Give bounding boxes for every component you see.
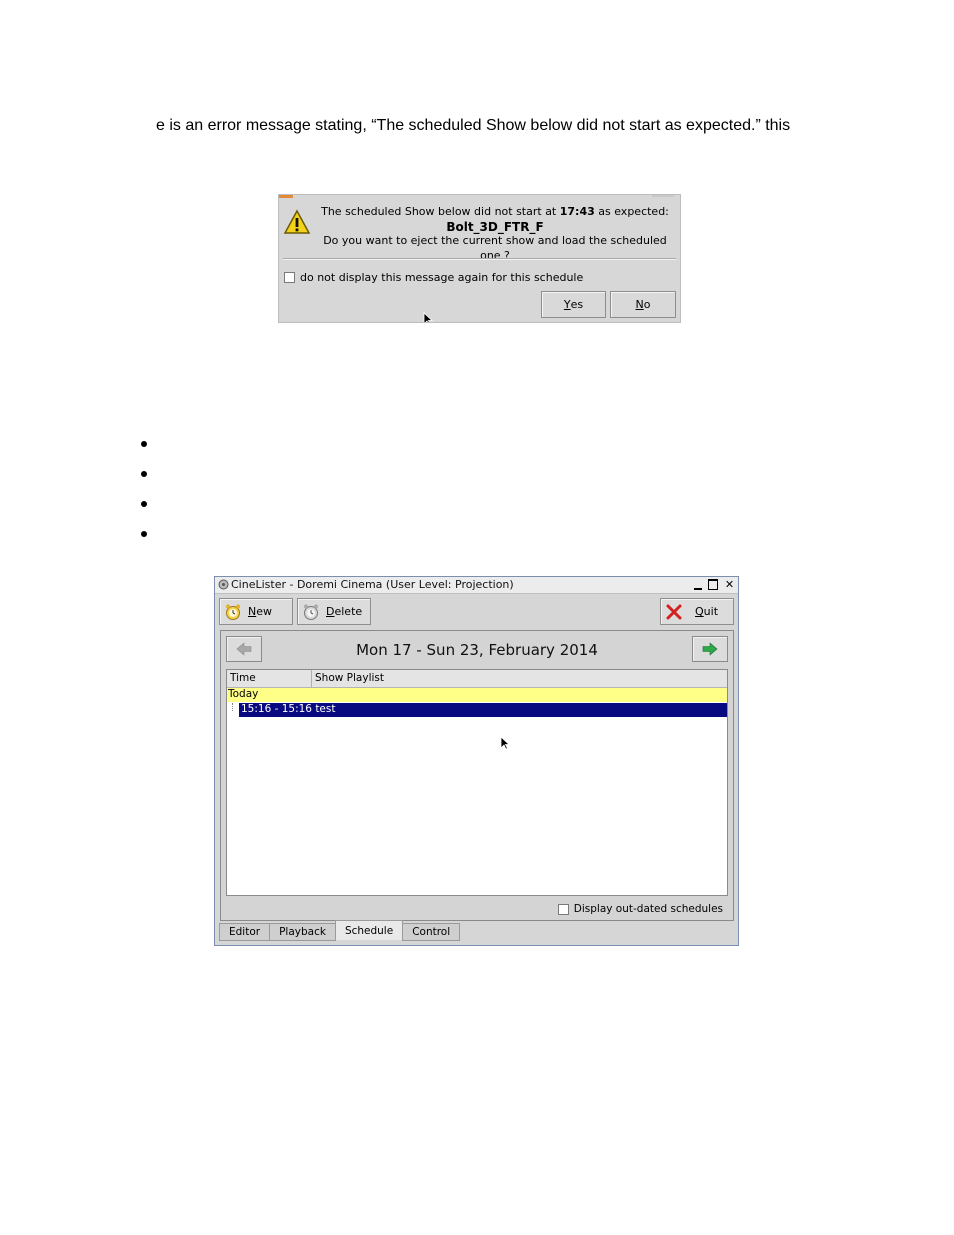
red-x-icon (666, 604, 682, 619)
tab-editor[interactable]: Editor (219, 923, 271, 941)
dialog-message: The scheduled Show below did not start a… (315, 205, 675, 263)
warning-icon (283, 209, 311, 234)
dont-show-again-checkbox[interactable] (284, 272, 295, 283)
dont-show-again-option[interactable]: do not display this message again for th… (284, 271, 583, 284)
arrow-right-icon (702, 642, 718, 656)
delete-label: Delete (326, 605, 363, 618)
show-name: Bolt_3D_FTR_F (446, 219, 544, 234)
yes-label: es (570, 298, 584, 311)
new-label: New (248, 605, 272, 618)
dialog-topbar-controls (652, 195, 674, 197)
no-mnemonic: N (635, 298, 644, 311)
dialog-topbar-accent (279, 195, 293, 198)
quit-label: Quit (695, 605, 719, 618)
group-row-today[interactable]: Today (227, 688, 727, 702)
yes-mnemonic: Y (563, 298, 571, 311)
alarm-clock-icon (226, 604, 240, 620)
next-week-button[interactable] (692, 636, 728, 662)
tab-playback[interactable]: Playback (269, 923, 336, 941)
tree-connector (232, 703, 237, 711)
clock-delete-icon (304, 604, 318, 620)
dialog-line-1: The scheduled Show below did not start a… (315, 205, 675, 220)
quit-button[interactable]: Quit (660, 598, 734, 625)
scheduled-time: 17:43 (559, 205, 595, 218)
bullet-point (141, 441, 147, 447)
outdated-label: Display out-dated schedules (573, 903, 723, 915)
window-titlebar: CineLister - Doremi Cinema (User Level: … (215, 577, 738, 594)
dialog-line-1-pre: The scheduled Show below did not start a… (321, 205, 560, 218)
no-label: o (643, 298, 651, 311)
error-dialog: The scheduled Show below did not start a… (278, 194, 681, 323)
intro-text: e is an error message stating, “The sche… (156, 117, 791, 134)
column-header-time[interactable]: Time (230, 672, 256, 684)
week-title: Mon 17 - Sun 23, February 2014 (356, 641, 598, 659)
column-header-playlist[interactable]: Show Playlist (315, 672, 384, 684)
group-label: Today (228, 688, 259, 700)
dont-show-again-label: do not display this message again for th… (300, 271, 584, 284)
outdated-option[interactable]: Display out-dated schedules (557, 903, 723, 915)
app-icon (218, 579, 229, 590)
outdated-checkbox[interactable] (557, 903, 569, 915)
tab-schedule[interactable]: Schedule (334, 920, 404, 940)
maximize-icon[interactable] (706, 578, 719, 591)
tab-control[interactable]: Control (402, 923, 461, 941)
bullet-point (141, 531, 147, 537)
bullet-point (141, 501, 147, 507)
yes-button[interactable]: Yes (541, 291, 606, 318)
list-item-text: 15:16 - 15:16 test (241, 703, 336, 715)
dialog-separator (283, 258, 676, 260)
window-title: CineLister - Doremi Cinema (User Level: … (231, 578, 514, 591)
list-header: Time Show Playlist (227, 670, 727, 688)
delete-button[interactable]: Delete (297, 598, 371, 625)
cinelister-window: CineLister - Doremi Cinema (User Level: … (214, 576, 739, 946)
mouse-cursor-icon (423, 312, 433, 322)
dialog-line-1-post: as expected: (594, 205, 669, 218)
close-icon[interactable]: ✕ (723, 578, 736, 591)
tab-bar: Editor Playback Schedule Control (219, 920, 461, 942)
schedule-panel: Mon 17 - Sun 23, February 2014 Time Show… (220, 630, 734, 921)
list-item[interactable]: 15:16 - 15:16 test (239, 703, 727, 717)
new-button[interactable]: New (219, 598, 293, 625)
mouse-cursor-icon (500, 736, 510, 750)
column-divider[interactable] (311, 670, 312, 687)
schedule-list[interactable]: Time Show Playlist Today 15:16 - 15:16 t… (226, 669, 728, 896)
no-button[interactable]: No (610, 291, 676, 318)
minimize-icon[interactable] (691, 578, 704, 591)
bullet-point (141, 471, 147, 477)
